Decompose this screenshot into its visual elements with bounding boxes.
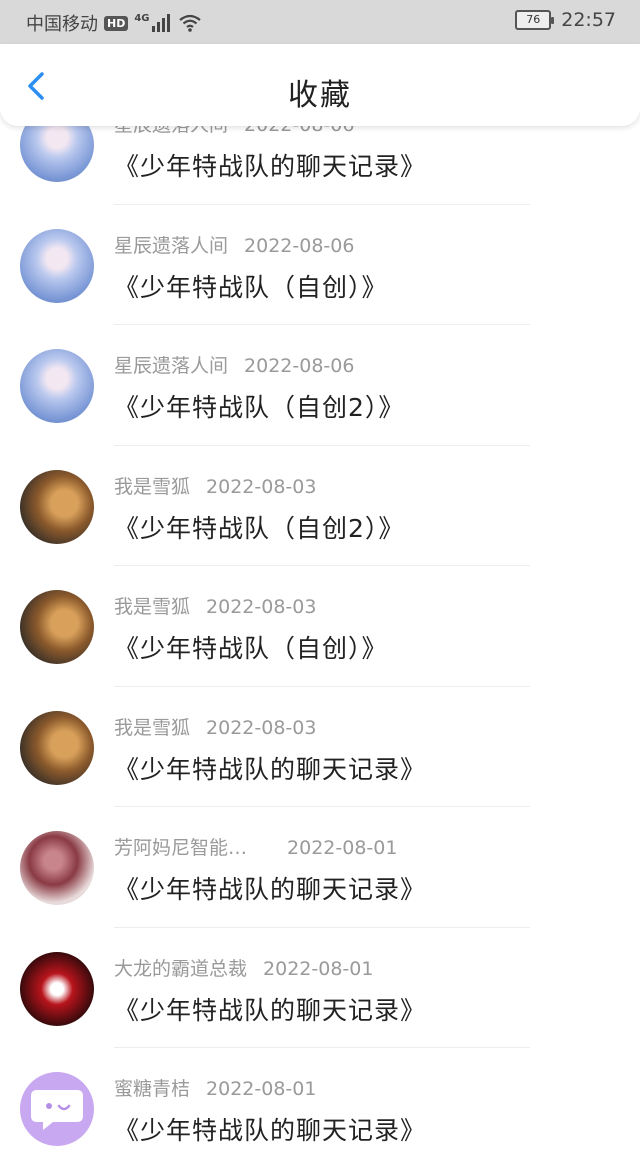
avatar xyxy=(20,228,94,303)
author-name: 芳阿妈尼智能… xyxy=(114,837,248,859)
avatar xyxy=(20,469,94,544)
item-title: 《少年特战队的聊天记录》 xyxy=(114,995,427,1025)
page-title: 收藏 xyxy=(288,78,352,113)
avatar xyxy=(20,1072,94,1146)
item-meta: 我是雪狐 2022-08-03 xyxy=(114,472,316,499)
author-name: 星辰遗落人间 xyxy=(114,355,229,377)
item-title: 《少年特战队（自创2）》 xyxy=(114,393,405,422)
favorites-list: 星辰遗落人间 2022-08-06 《少年特战队的聊天记录》 星辰遗落人间 2022… xyxy=(0,84,640,1169)
list-item[interactable]: 大龙的霸道总裁 2022-08-01 《少年特战队的聊天记录》 xyxy=(0,928,640,1048)
item-date: 2022-08-03 xyxy=(206,596,317,618)
item-date: 2022-08-06 xyxy=(244,355,355,377)
item-meta: 大龙的霸道总裁 2022-08-01 xyxy=(114,954,373,981)
nav-bar: 收藏 xyxy=(0,44,640,126)
clock: 22:57 xyxy=(561,9,616,31)
item-title: 《少年特战队的聊天记录》 xyxy=(114,754,427,784)
item-meta: 我是雪狐 2022-08-03 xyxy=(114,592,316,619)
list-item[interactable]: 蜜糖青桔 2022-08-01 《少年特战队的聊天记录》 xyxy=(0,1048,640,1169)
avatar xyxy=(20,951,94,1026)
item-meta: 蜜糖青桔 2022-08-01 xyxy=(114,1074,316,1101)
item-meta: 我是雪狐 2022-08-03 xyxy=(114,713,316,740)
item-title: 《少年特战队的聊天记录》 xyxy=(114,1116,427,1145)
avatar xyxy=(20,349,94,423)
chat-bubble-icon xyxy=(31,1090,83,1130)
hd-badge: HD xyxy=(104,15,129,31)
item-date: 2022-08-01 xyxy=(263,957,374,980)
item-title: 《少年特战队（自创）》 xyxy=(114,634,388,663)
author-name: 星辰遗落人间 xyxy=(114,234,229,257)
battery-icon: 76 xyxy=(515,10,555,30)
author-name: 我是雪狐 xyxy=(114,475,191,498)
list-item[interactable]: 芳阿妈尼智能… 2022-08-01 《少年特战队的聊天记录》 xyxy=(0,807,640,928)
author-name: 蜜糖青桔 xyxy=(114,1078,191,1100)
item-title: 《少年特战队（自创2）》 xyxy=(114,513,405,543)
list-item[interactable]: 我是雪狐 2022-08-03 《少年特战队（自创）》 xyxy=(0,566,640,687)
item-date: 2022-08-01 xyxy=(287,837,398,859)
author-name: 我是雪狐 xyxy=(114,596,191,618)
list-item[interactable]: 星辰遗落人间 2022-08-06 《少年特战队（自创）》 xyxy=(0,205,640,325)
wifi-icon xyxy=(178,14,201,32)
avatar xyxy=(20,710,94,785)
item-date: 2022-08-01 xyxy=(206,1078,317,1100)
list-item[interactable]: 我是雪狐 2022-08-03 《少年特战队（自创2）》 xyxy=(0,446,640,566)
signal-icon xyxy=(151,14,170,32)
list-item[interactable]: 我是雪狐 2022-08-03 《少年特战队的聊天记录》 xyxy=(0,687,640,807)
carrier-name: 中国移动 xyxy=(26,14,98,35)
item-meta: 星辰遗落人间 2022-08-06 xyxy=(114,351,354,378)
item-date: 2022-08-03 xyxy=(206,475,317,498)
status-bar: 中国移动 HD 4G 76 22:57 xyxy=(0,0,640,44)
item-meta: 星辰遗落人间 2022-08-06 xyxy=(114,231,354,258)
list-item[interactable]: 星辰遗落人间 2022-08-06 《少年特战队（自创2）》 xyxy=(0,325,640,446)
network-type: 4G xyxy=(134,12,150,24)
status-right: 76 22:57 xyxy=(515,9,616,31)
item-meta: 芳阿妈尼智能… 2022-08-01 xyxy=(114,833,397,860)
status-left: 中国移动 HD 4G xyxy=(26,10,202,36)
battery-level: 76 xyxy=(526,13,541,26)
avatar xyxy=(20,831,94,905)
item-title: 《少年特战队的聊天记录》 xyxy=(114,152,427,181)
item-title: 《少年特战队（自创）》 xyxy=(114,272,388,302)
item-date: 2022-08-03 xyxy=(206,716,317,739)
author-name: 我是雪狐 xyxy=(114,716,191,739)
author-name: 大龙的霸道总裁 xyxy=(114,957,248,980)
avatar xyxy=(20,590,94,664)
item-date: 2022-08-06 xyxy=(244,234,355,257)
item-title: 《少年特战队的聊天记录》 xyxy=(114,875,427,904)
